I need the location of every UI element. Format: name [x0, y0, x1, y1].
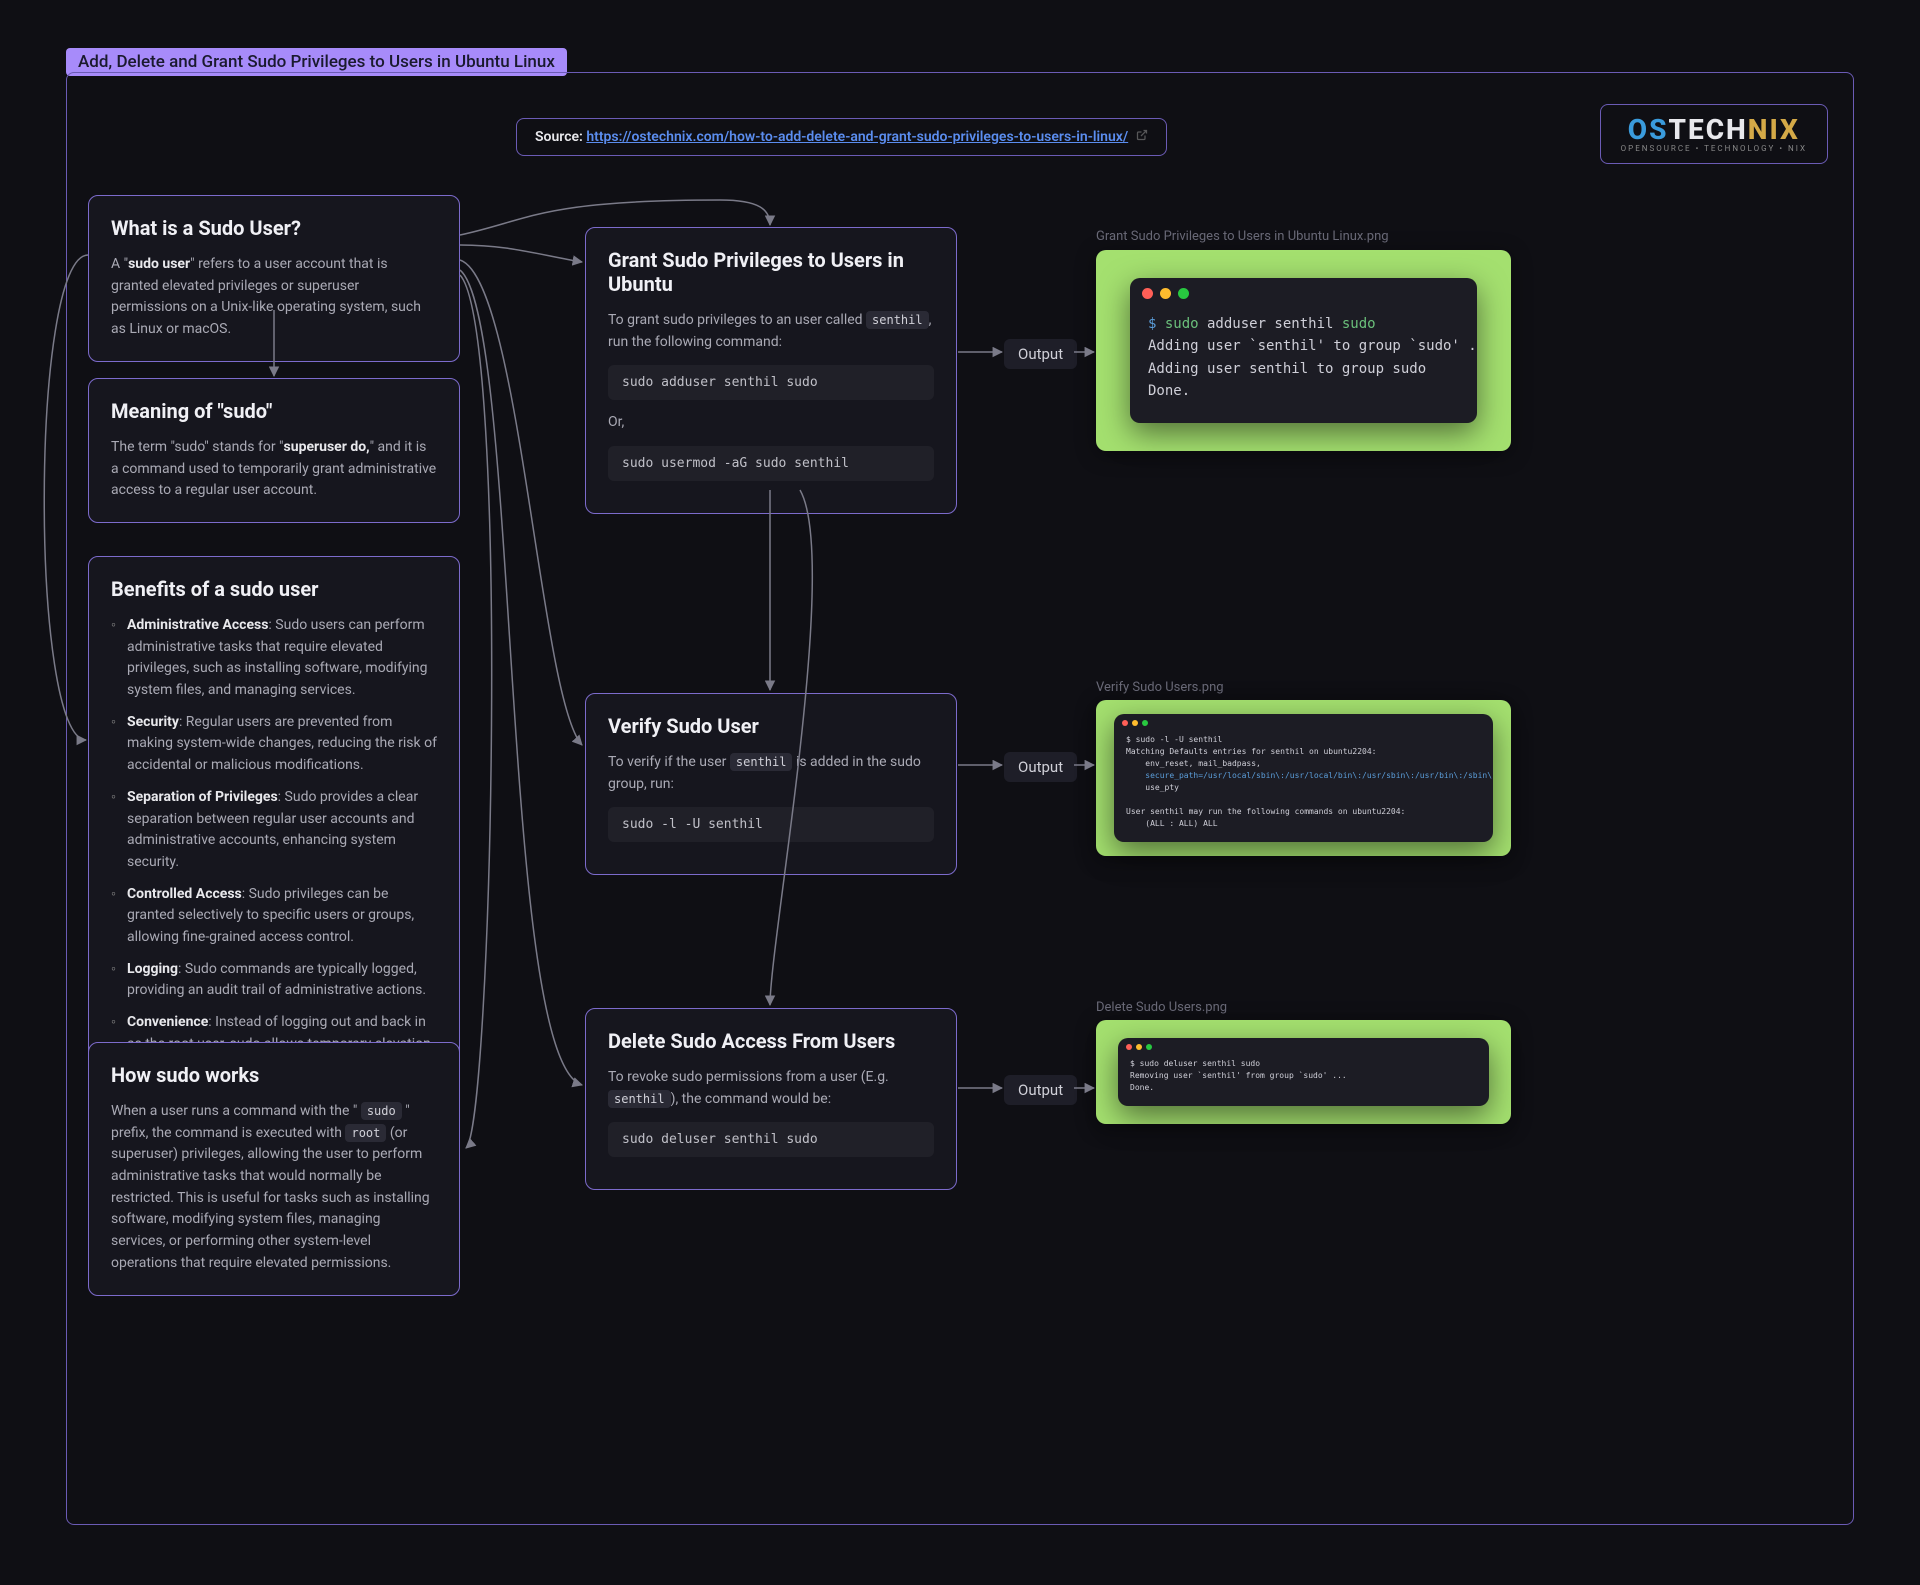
card-title: How sudo works [111, 1063, 437, 1087]
edge-label-output: Output [1004, 1075, 1077, 1105]
edge-label-output: Output [1004, 752, 1077, 782]
minimize-icon [1132, 720, 1138, 726]
screenshot-filename: Grant Sudo Privileges to Users in Ubuntu… [1096, 229, 1389, 244]
maximize-icon [1142, 720, 1148, 726]
card-text: Or, [608, 412, 934, 434]
minimize-icon [1160, 288, 1171, 299]
minimize-icon [1136, 1044, 1142, 1050]
code-block: sudo usermod -aG sudo senthil [608, 446, 934, 481]
close-icon [1126, 1044, 1132, 1050]
card-how-sudo-works: How sudo works When a user runs a comman… [88, 1042, 460, 1296]
source-box: Source: https://ostechnix.com/how-to-add… [516, 118, 1167, 156]
card-meaning-sudo: Meaning of "sudo" The term "sudo" stands… [88, 378, 460, 523]
card-body: A "sudo user" refers to a user account t… [111, 254, 437, 341]
benefits-list: Administrative Access: Sudo users can pe… [111, 615, 437, 1077]
code-block: sudo adduser senthil sudo [608, 365, 934, 400]
maximize-icon [1146, 1044, 1152, 1050]
terminal-window: $ sudo adduser senthil sudo Adding user … [1130, 278, 1477, 423]
logo: OSTECHNIX OPENSOURCE • TECHNOLOGY • NIX [1600, 104, 1828, 164]
card-text: To verify if the user senthil is added i… [608, 752, 934, 795]
external-link-icon [1136, 129, 1148, 141]
terminal-titlebar [1118, 1038, 1489, 1056]
screenshot-filename: Verify Sudo Users.png [1096, 680, 1224, 695]
terminal-body: $ sudo adduser senthil sudo Adding user … [1130, 309, 1477, 423]
terminal-window: $ sudo deluser senthil sudo Removing use… [1118, 1038, 1489, 1106]
card-benefits: Benefits of a sudo user Administrative A… [88, 556, 460, 1108]
screenshot-verify: $ sudo -l -U senthil Matching Defaults e… [1096, 700, 1511, 856]
terminal-body: $ sudo -l -U senthil Matching Defaults e… [1114, 732, 1493, 842]
card-title: Benefits of a sudo user [111, 577, 437, 601]
terminal-body: $ sudo deluser senthil sudo Removing use… [1118, 1056, 1489, 1106]
card-body: When a user runs a command with the " su… [111, 1101, 437, 1275]
card-what-is-sudo: What is a Sudo User? A "sudo user" refer… [88, 195, 460, 362]
terminal-titlebar [1130, 278, 1477, 309]
code-block: sudo -l -U senthil [608, 807, 934, 842]
logo-tagline: OPENSOURCE • TECHNOLOGY • NIX [1621, 144, 1807, 153]
terminal-window: $ sudo -l -U senthil Matching Defaults e… [1114, 714, 1493, 842]
maximize-icon [1178, 288, 1189, 299]
terminal-titlebar [1114, 714, 1493, 732]
card-title: Meaning of "sudo" [111, 399, 437, 423]
card-body: The term "sudo" stands for "superuser do… [111, 437, 437, 502]
edge-label-output: Output [1004, 339, 1077, 369]
screenshot-grant: $ sudo adduser senthil sudo Adding user … [1096, 250, 1511, 451]
card-title: What is a Sudo User? [111, 216, 437, 240]
source-link[interactable]: https://ostechnix.com/how-to-add-delete-… [586, 129, 1128, 145]
card-verify-sudo: Verify Sudo User To verify if the user s… [585, 693, 957, 875]
card-text: To revoke sudo permissions from a user (… [608, 1067, 934, 1110]
screenshot-filename: Delete Sudo Users.png [1096, 1000, 1227, 1015]
card-title: Delete Sudo Access From Users [608, 1029, 934, 1053]
source-label: Source: [535, 129, 586, 145]
code-block: sudo deluser senthil sudo [608, 1122, 934, 1157]
card-title: Grant Sudo Privileges to Users in Ubuntu [608, 248, 934, 296]
logo-brand: OSTECHNIX [1621, 113, 1807, 146]
close-icon [1122, 720, 1128, 726]
card-text: To grant sudo privileges to an user call… [608, 310, 934, 353]
card-delete-sudo: Delete Sudo Access From Users To revoke … [585, 1008, 957, 1190]
card-grant-sudo: Grant Sudo Privileges to Users in Ubuntu… [585, 227, 957, 514]
card-title: Verify Sudo User [608, 714, 934, 738]
close-icon [1142, 288, 1153, 299]
screenshot-delete: $ sudo deluser senthil sudo Removing use… [1096, 1020, 1511, 1124]
